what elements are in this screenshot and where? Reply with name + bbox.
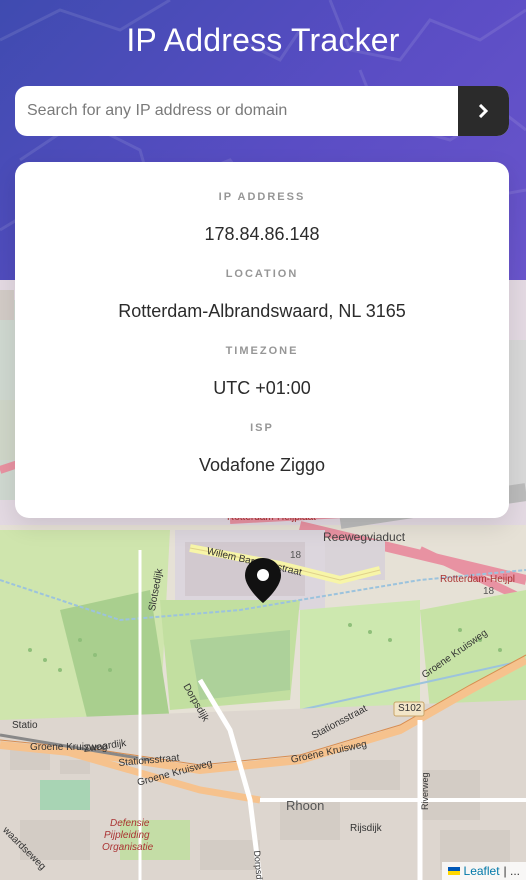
page-title: IP Address Tracker <box>126 22 400 58</box>
search-bar <box>15 86 509 136</box>
location-marker-icon[interactable] <box>244 558 282 604</box>
map-label: Rotterdam-Heijpl <box>440 574 516 585</box>
chevron-right-icon <box>478 104 489 118</box>
map-label: S102 <box>398 703 422 714</box>
map-label: Groene Kruisweg <box>30 742 108 753</box>
map-label: 18 <box>290 550 302 561</box>
ip-address-value: 178.84.86.148 <box>204 224 320 244</box>
ip-info-card: IP ADDRESS 178.84.86.148 LOCATION Rotter… <box>15 162 509 518</box>
location-label: LOCATION <box>225 268 299 280</box>
map-label: Rijsdijk <box>350 823 382 834</box>
timezone-value: UTC +01:00 <box>213 378 311 398</box>
submit-button[interactable] <box>458 86 509 136</box>
map-label: Rhoon <box>286 798 325 813</box>
attribution-rest: | ... <box>503 864 520 878</box>
isp-value: Vodafone Ziggo <box>198 455 326 475</box>
isp-label: ISP <box>250 422 274 434</box>
ip-address-label: IP ADDRESS <box>218 191 306 203</box>
map-label: Defensie <box>110 818 150 829</box>
map-label: Organisatie <box>102 842 154 853</box>
location-value: Rotterdam-Albrandswaard, NL 3165 <box>118 301 406 321</box>
map-label: Reewegviaduct <box>323 530 406 544</box>
timezone-label: TIMEZONE <box>225 345 299 357</box>
map-label: Riverweg <box>420 772 430 810</box>
map-attribution: Leaflet | ... <box>441 862 526 880</box>
map-label: 18 <box>483 586 495 597</box>
map-label: Pijpleiding <box>104 830 150 841</box>
map-label: Statio <box>12 720 38 731</box>
leaflet-link[interactable]: Leaflet <box>464 864 500 878</box>
search-input[interactable] <box>15 86 458 136</box>
ukraine-flag-icon <box>447 867 460 875</box>
